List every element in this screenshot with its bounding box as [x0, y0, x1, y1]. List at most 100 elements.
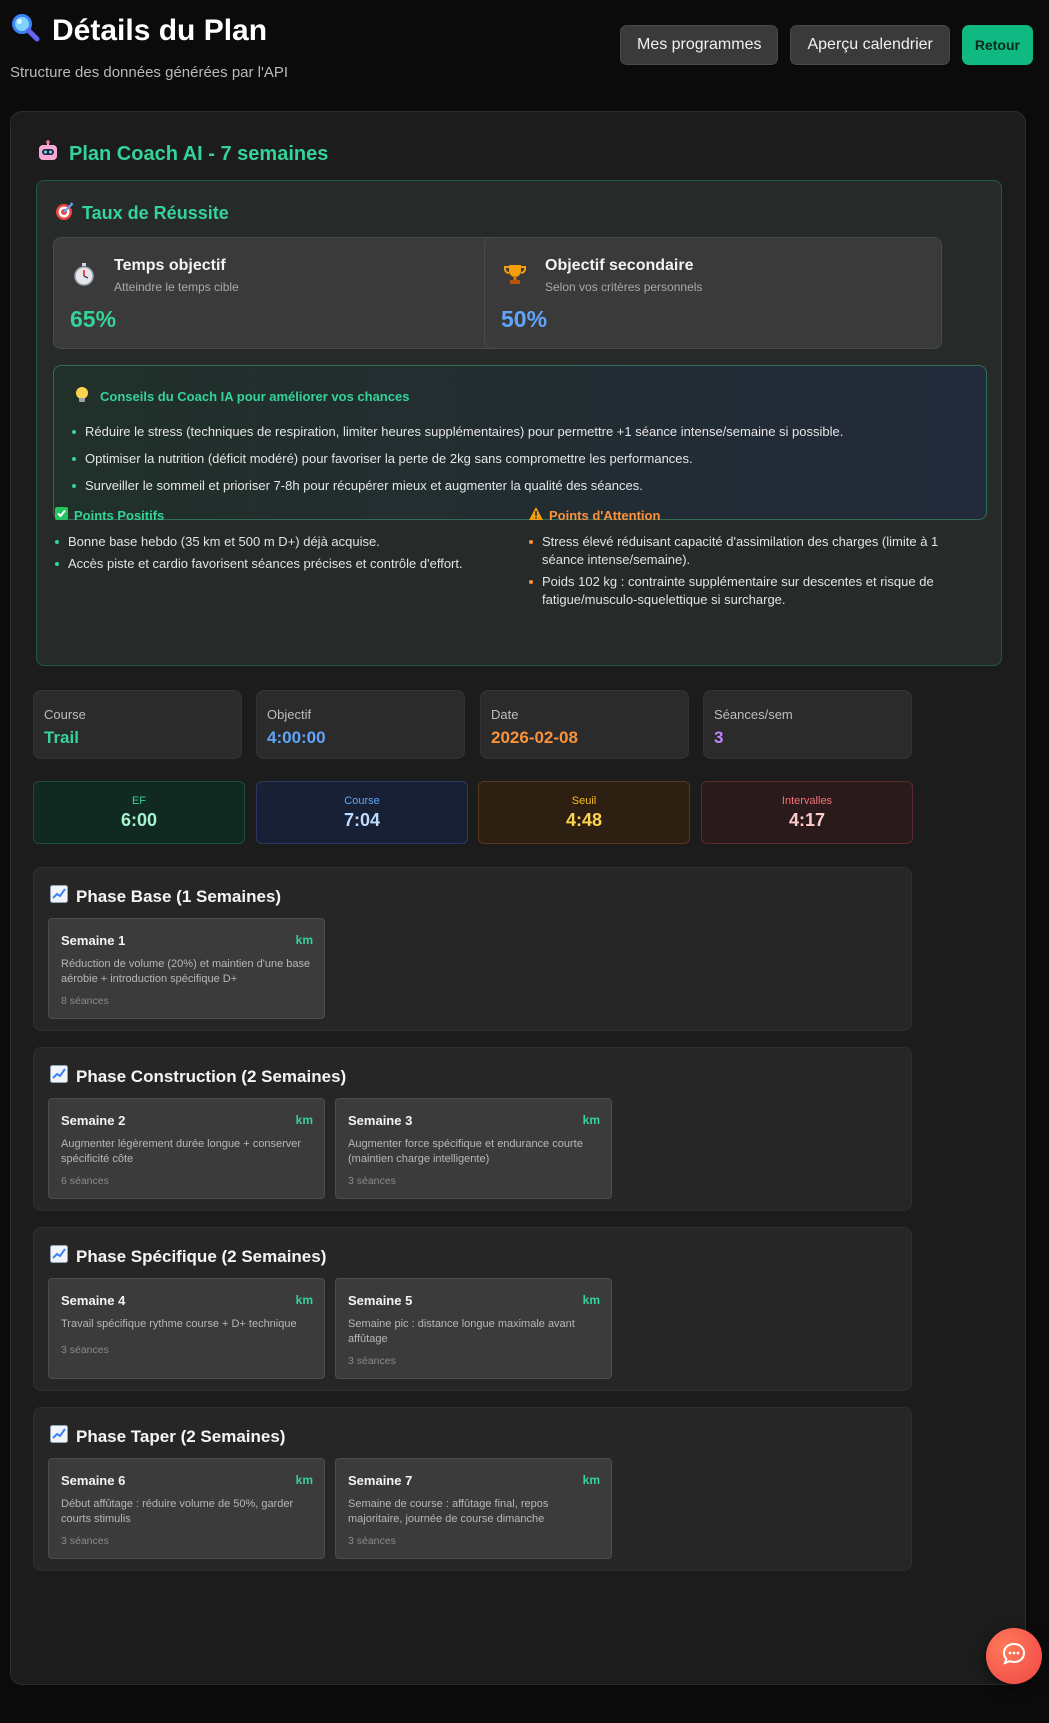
calendar-preview-button[interactable]: Aperçu calendrier [790, 25, 950, 65]
meta-value: Trail [44, 728, 79, 747]
target-time-sub: Atteindre le temps cible [114, 280, 239, 294]
lightbulb-icon [74, 386, 90, 407]
chart-increasing-icon [50, 1065, 68, 1088]
week-name: Semaine 4 [61, 1293, 126, 1308]
coach-tips-title-text: Conseils du Coach IA pour améliorer vos … [100, 389, 410, 404]
week-name: Semaine 1 [61, 933, 126, 948]
positive-points-list: Bonne base hebdo (35 km et 500 m D+) déj… [55, 533, 485, 573]
pace-value: 6:00 [120, 810, 158, 830]
week-sessions: 8 séances [61, 995, 109, 1007]
pace-label: Seuil [571, 795, 597, 807]
phase-construction: Phase Construction (2 Semaines) Semaine … [33, 1047, 912, 1211]
chart-increasing-icon [50, 1245, 68, 1268]
title-block: Détails du Plan Structure des données gé… [10, 12, 288, 81]
meta-label: Objectif [267, 707, 312, 722]
week-sessions: 3 séances [61, 1535, 109, 1547]
list-item: Poids 102 kg : contrainte supplémentaire… [529, 573, 959, 609]
plan-title: Plan Coach AI - 7 semaines [37, 140, 328, 168]
positive-points-title-text: Points Positifs [74, 507, 165, 523]
meta-card-sessions: Séances/sem 3 [703, 690, 912, 759]
week-name: Semaine 6 [61, 1473, 126, 1488]
header-actions: Mes programmes Aperçu calendrier Retour [619, 25, 1033, 65]
secondary-goal-card: Objectif secondaire Selon vos critères p… [484, 237, 942, 349]
week-sessions: 3 séances [348, 1355, 396, 1367]
phase-specific: Phase Spécifique (2 Semaines) Semaine 4 … [33, 1227, 912, 1391]
meta-value: 3 [714, 728, 724, 747]
week-card[interactable]: Semaine 6 km Début affûtage : réduire vo… [48, 1458, 325, 1559]
success-rate-panel: Taux de Réussite Temps objectif Atteindr… [36, 180, 1002, 666]
meta-label: Date [491, 707, 519, 722]
week-name: Semaine 7 [348, 1473, 413, 1488]
plan-details-card: Plan Coach AI - 7 semaines Taux de Réuss… [10, 111, 1026, 1685]
page-header: Détails du Plan Structure des données gé… [0, 0, 1049, 108]
chat-button[interactable] [986, 1628, 1042, 1684]
pace-label: Intervalles [781, 795, 833, 807]
positive-points-title: Points Positifs [55, 507, 485, 523]
attention-points: Points d'Attention Stress élevé réduisan… [529, 507, 959, 613]
week-sessions: 3 séances [348, 1175, 396, 1187]
phase-title-text: Phase Construction (2 Semaines) [76, 1066, 347, 1086]
week-km: km [582, 1113, 600, 1127]
secondary-goal-value: 50% [501, 306, 548, 332]
page-subtitle: Structure des données générées par l'API [10, 64, 289, 81]
list-item: Stress élevé réduisant capacité d'assimi… [529, 533, 959, 569]
robot-icon [37, 140, 59, 168]
phase-title: Phase Base (1 Semaines) [50, 885, 281, 908]
chat-bubble-icon [1001, 1641, 1027, 1672]
list-item: Accès piste et cardio favorisent séances… [55, 555, 485, 573]
page-title-text: Détails du Plan [52, 14, 268, 47]
week-description: Semaine de course : affûtage final, repo… [348, 1498, 549, 1525]
week-km: km [295, 1473, 313, 1487]
week-description: Début affûtage : réduire volume de 50%, … [61, 1498, 294, 1525]
plan-title-text: Plan Coach AI - 7 semaines [69, 142, 329, 165]
week-description: Réduction de volume (20%) et maintien d'… [61, 958, 311, 985]
my-programs-button[interactable]: Mes programmes [619, 25, 779, 65]
phase-title-text: Phase Base (1 Semaines) [76, 886, 282, 906]
meta-card-date: Date 2026-02-08 [480, 690, 689, 759]
pace-label: EF [131, 795, 147, 807]
attention-points-title-text: Points d'Attention [549, 507, 661, 523]
week-description: Augmenter légèrement durée longue + cons… [61, 1138, 302, 1165]
week-card[interactable]: Semaine 2 km Augmenter légèrement durée … [48, 1098, 325, 1199]
phase-title-text: Phase Taper (2 Semaines) [76, 1426, 286, 1446]
chart-increasing-icon [50, 1425, 68, 1448]
week-card[interactable]: Semaine 1 km Réduction de volume (20%) e… [48, 918, 325, 1019]
back-button[interactable]: Retour [961, 25, 1033, 65]
week-km: km [582, 1473, 600, 1487]
week-card[interactable]: Semaine 7 km Semaine de course : affûtag… [335, 1458, 612, 1559]
week-name: Semaine 2 [61, 1113, 126, 1128]
list-item: Optimiser la nutrition (déficit modéré) … [72, 445, 843, 472]
meta-label: Séances/sem [714, 707, 793, 722]
pace-card-intervals: Intervalles 4:17 [701, 781, 913, 844]
week-km: km [295, 1293, 313, 1307]
check-box-icon [55, 507, 68, 523]
meta-value: 2026-02-08 [491, 728, 578, 747]
coach-tips-list: Réduire le stress (techniques de respira… [72, 418, 843, 499]
success-rate-title: Taux de Réussite [54, 201, 229, 226]
success-rate-title-text: Taux de Réussite [82, 203, 229, 223]
target-time-label: Temps objectif [114, 257, 226, 274]
pace-value: 4:48 [565, 810, 603, 830]
week-description: Semaine pic : distance longue maximale a… [348, 1318, 575, 1345]
positive-points: Points Positifs Bonne base hebdo (35 km … [55, 507, 485, 577]
phase-title-text: Phase Spécifique (2 Semaines) [76, 1246, 327, 1266]
meta-card-race: Course Trail [33, 690, 242, 759]
meta-card-goal: Objectif 4:00:00 [256, 690, 465, 759]
week-sessions: 6 séances [61, 1175, 109, 1187]
week-card[interactable]: Semaine 4 km Travail spécifique rythme c… [48, 1278, 325, 1379]
week-sessions: 3 séances [61, 1344, 109, 1356]
phase-base: Phase Base (1 Semaines) Semaine 1 km Réd… [33, 867, 912, 1031]
coach-tips-title: Conseils du Coach IA pour améliorer vos … [74, 386, 409, 407]
target-time-card: Temps objectif Atteindre le temps cible … [53, 237, 511, 349]
week-description: Travail spécifique rythme course + D+ te… [61, 1318, 297, 1330]
target-time-value: 65% [70, 306, 117, 332]
week-card[interactable]: Semaine 3 km Augmenter force spécifique … [335, 1098, 612, 1199]
pace-card-threshold: Seuil 4:48 [478, 781, 690, 844]
week-name: Semaine 5 [348, 1293, 413, 1308]
meta-value: 4:00:00 [267, 728, 326, 747]
meta-label: Course [44, 707, 86, 722]
coach-tips-box: Conseils du Coach IA pour améliorer vos … [53, 365, 987, 520]
week-card[interactable]: Semaine 5 km Semaine pic : distance long… [335, 1278, 612, 1379]
pace-card-race: Course 7:04 [256, 781, 468, 844]
phase-title: Phase Spécifique (2 Semaines) [50, 1245, 326, 1268]
